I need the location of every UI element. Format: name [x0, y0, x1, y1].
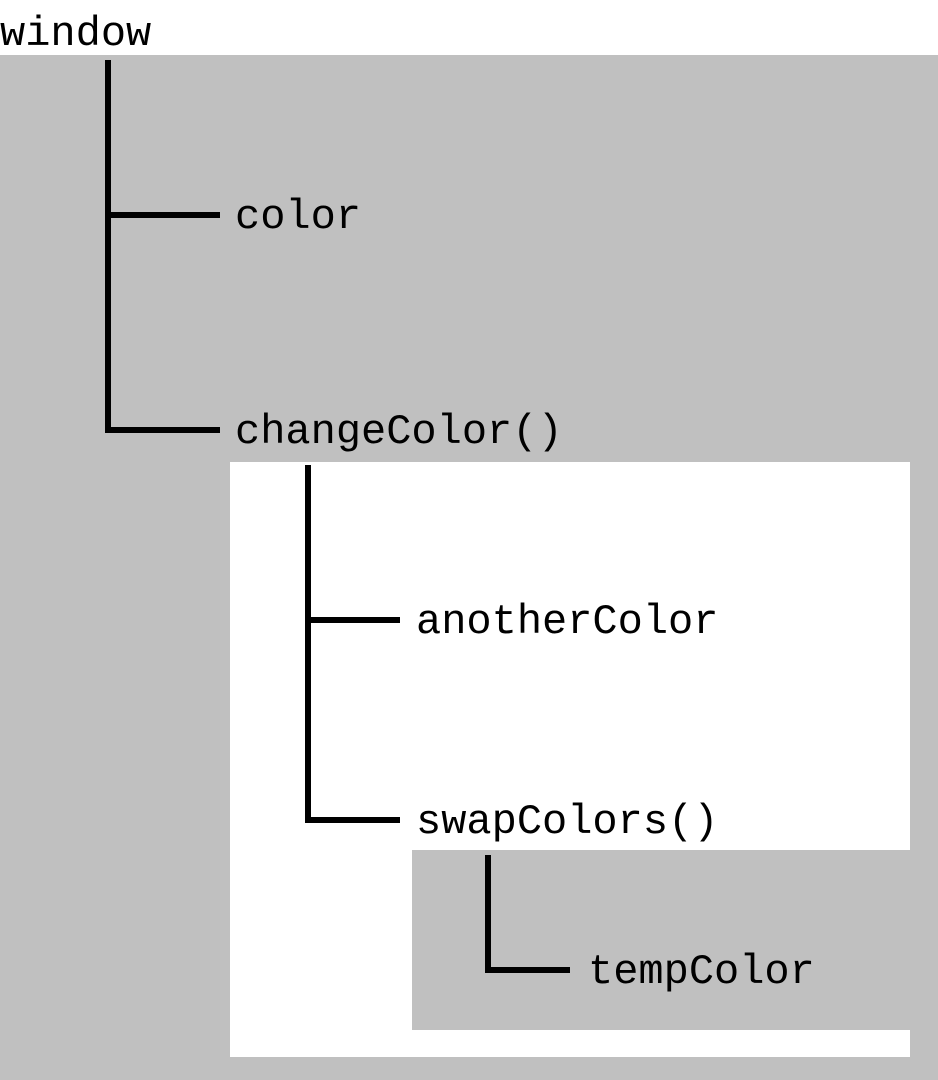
node-swapcolors: swapColors() — [416, 801, 718, 843]
node-changecolor: changeColor() — [235, 411, 563, 453]
scope-swapcolors-box — [412, 850, 910, 1030]
node-anothercolor: anotherColor — [416, 601, 718, 643]
node-color: color — [235, 196, 361, 238]
node-window: window — [0, 13, 151, 55]
node-tempcolor: tempColor — [588, 951, 815, 993]
